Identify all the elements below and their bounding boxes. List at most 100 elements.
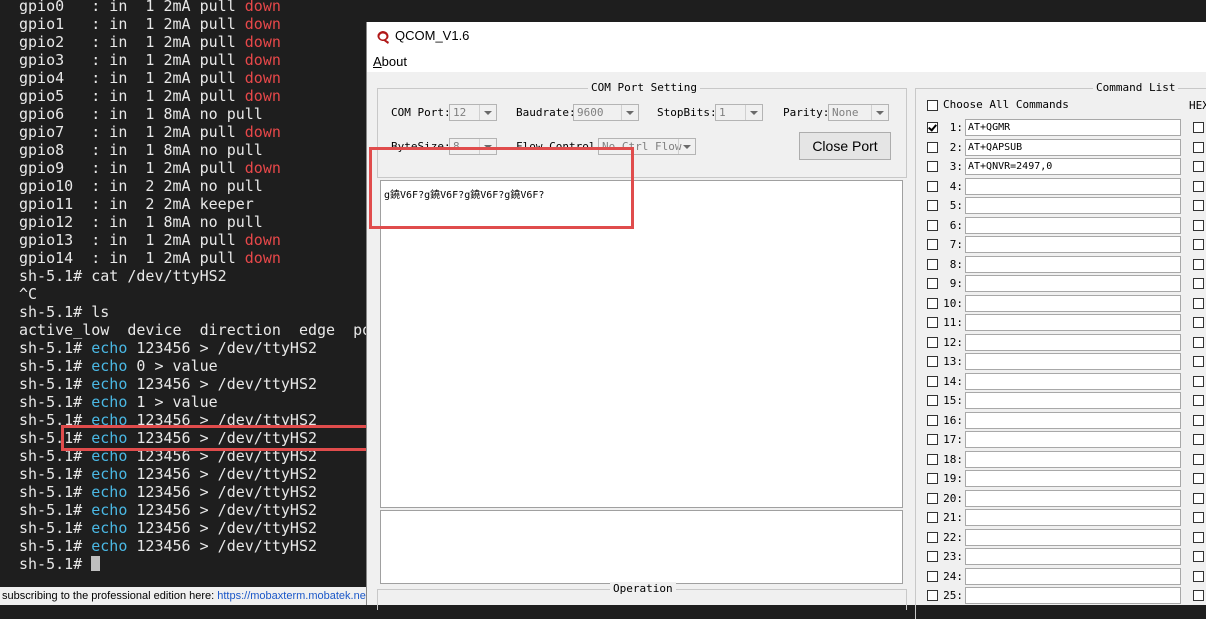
command-checkbox[interactable] (927, 590, 938, 601)
hex-checkbox[interactable] (1193, 356, 1204, 367)
hex-checkbox[interactable] (1193, 570, 1204, 582)
terminal-text: down (244, 159, 281, 177)
command-checkbox[interactable] (927, 551, 938, 562)
hex-checkbox[interactable] (1193, 141, 1204, 153)
menu-item-about[interactable]: About (373, 54, 407, 69)
hex-checkbox[interactable] (1193, 200, 1204, 211)
command-checkbox[interactable] (927, 356, 938, 367)
command-checkbox[interactable] (927, 239, 938, 250)
command-checkbox[interactable] (927, 200, 938, 211)
command-input[interactable] (965, 294, 1181, 312)
hex-checkbox[interactable] (1193, 551, 1204, 562)
hex-checkbox[interactable] (1193, 473, 1204, 484)
command-input[interactable] (965, 314, 1181, 331)
hex-checkbox[interactable] (1193, 395, 1204, 406)
hex-checkbox[interactable] (1193, 161, 1204, 172)
command-input[interactable] (965, 489, 1181, 507)
hex-checkbox[interactable] (1193, 122, 1204, 133)
terminal-line: sh-5.1# ls (19, 303, 371, 321)
receive-textarea[interactable]: g鐃V6F?g鐃V6F?g鐃V6F?g鐃V6F? (380, 180, 903, 508)
command-checkbox[interactable] (927, 375, 938, 387)
send-textarea[interactable] (380, 510, 903, 584)
command-checkbox[interactable] (927, 219, 938, 231)
command-number: 22: (943, 530, 963, 544)
terminal-line: gpio2 : in 1 2mA pull down (19, 33, 371, 51)
hex-checkbox[interactable] (1193, 512, 1204, 523)
hex-checkbox[interactable] (1193, 590, 1204, 601)
command-input[interactable] (965, 216, 1181, 234)
terminal-text: gpio4 : in 1 2mA pull (19, 69, 245, 87)
hex-checkbox[interactable] (1193, 239, 1204, 250)
command-input[interactable] (965, 372, 1181, 390)
com-port-select[interactable]: 12 (449, 104, 497, 121)
status-link[interactable]: https://mobaxterm.mobatek.ne (217, 590, 366, 602)
terminal-text: 123456 > /dev/ttyHS2 (127, 375, 318, 393)
title-bar[interactable]: QCOM_V1.6 (367, 22, 1206, 52)
hex-checkbox[interactable] (1193, 375, 1204, 387)
command-checkbox[interactable] (927, 453, 938, 465)
command-checkbox[interactable] (927, 531, 938, 543)
command-checkbox[interactable] (927, 336, 938, 348)
close-port-button[interactable]: Close Port (799, 132, 891, 160)
command-checkbox[interactable] (927, 414, 938, 426)
parity-select[interactable]: None (828, 104, 889, 121)
command-input[interactable] (965, 450, 1181, 468)
command-number: 10: (943, 296, 963, 310)
command-input[interactable] (965, 177, 1181, 195)
hex-checkbox[interactable] (1193, 317, 1204, 328)
command-input[interactable]: AT+QAPSUB (965, 138, 1181, 156)
terminal-text: gpio5 : in 1 2mA pull (19, 87, 245, 105)
command-checkbox[interactable] (927, 317, 938, 328)
command-input[interactable] (965, 353, 1181, 370)
command-checkbox[interactable] (927, 180, 938, 192)
command-checkbox[interactable] (927, 512, 938, 523)
hex-checkbox[interactable] (1193, 336, 1204, 348)
hex-checkbox[interactable] (1193, 453, 1204, 465)
command-number: 7: (949, 238, 963, 251)
stopbits-select[interactable]: 1 (715, 104, 763, 121)
command-input[interactable] (965, 509, 1181, 526)
command-input[interactable] (965, 255, 1181, 273)
command-input[interactable]: AT+QGMR (965, 119, 1181, 136)
command-input[interactable] (965, 470, 1181, 487)
command-checkbox[interactable] (927, 141, 938, 153)
hex-checkbox[interactable] (1193, 531, 1204, 543)
command-checkbox[interactable] (927, 122, 938, 133)
hex-checkbox[interactable] (1193, 297, 1204, 309)
hex-checkbox[interactable] (1193, 219, 1204, 231)
command-input[interactable]: AT+QNVR=2497,0 (965, 158, 1181, 175)
command-input[interactable] (965, 411, 1181, 429)
command-checkbox[interactable] (927, 434, 938, 445)
command-input[interactable] (965, 236, 1181, 253)
command-input[interactable] (965, 275, 1181, 292)
command-input[interactable] (965, 548, 1181, 565)
terminal-line: sh-5.1# echo 123456 > /dev/ttyHS2 (19, 375, 371, 393)
command-checkbox[interactable] (927, 297, 938, 309)
command-input[interactable] (965, 528, 1181, 546)
command-checkbox[interactable] (927, 473, 938, 484)
command-input[interactable] (965, 392, 1181, 409)
baudrate-select[interactable]: 9600 (573, 104, 639, 121)
chevron-down-icon (871, 105, 888, 120)
command-input[interactable] (965, 333, 1181, 351)
command-input[interactable] (965, 587, 1181, 604)
command-checkbox[interactable] (927, 395, 938, 406)
command-input[interactable] (965, 197, 1181, 214)
choose-all-label: Choose All Commands (943, 98, 1069, 111)
hex-checkbox[interactable] (1193, 434, 1204, 445)
command-row: 5: (915, 196, 1205, 216)
command-checkbox[interactable] (927, 492, 938, 504)
hex-checkbox[interactable] (1193, 180, 1204, 192)
command-input[interactable] (965, 567, 1181, 585)
command-checkbox[interactable] (927, 570, 938, 582)
command-checkbox[interactable] (927, 161, 938, 172)
command-checkbox[interactable] (927, 258, 938, 270)
hex-checkbox[interactable] (1193, 414, 1204, 426)
hex-checkbox[interactable] (1193, 258, 1204, 270)
hex-checkbox[interactable] (1193, 492, 1204, 504)
command-row: 19: (915, 469, 1205, 489)
command-input[interactable] (965, 431, 1181, 448)
command-checkbox[interactable] (927, 278, 938, 289)
choose-all-checkbox[interactable] (927, 100, 938, 111)
hex-checkbox[interactable] (1193, 278, 1204, 289)
